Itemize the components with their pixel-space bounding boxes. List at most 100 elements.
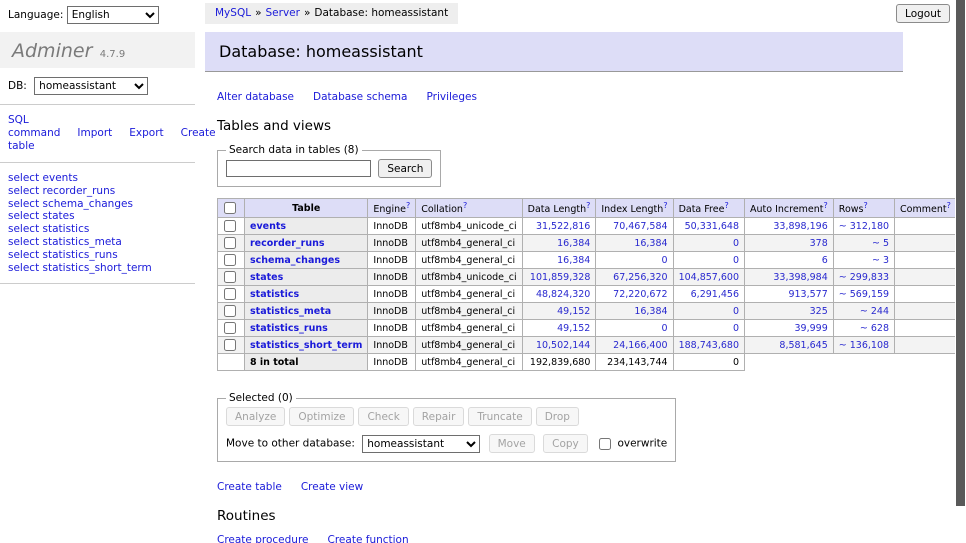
scrollbar-thumb[interactable] <box>956 0 965 506</box>
help-link[interactable]: ? <box>724 201 728 210</box>
column-header-auto-increment: Auto Increment? <box>745 199 834 218</box>
row-checkbox[interactable] <box>224 339 236 351</box>
row-checkbox[interactable] <box>224 254 236 266</box>
table-name-link[interactable]: statistics_meta <box>250 306 331 317</box>
move-button[interactable]: Move <box>489 434 535 453</box>
sidebar-link-export[interactable]: Export <box>129 127 163 139</box>
cell-data-free: 0 <box>673 320 744 337</box>
cell-data-free: 188,743,680 <box>673 337 744 354</box>
total-data-free-cell: 0 <box>673 354 744 371</box>
cell-rows[interactable]: ~ 628 <box>833 320 894 337</box>
sidebar: Adminer 4.7.9 DB: homeassistant SQL comm… <box>0 24 195 284</box>
cell-rows[interactable]: ~ 5 <box>833 235 894 252</box>
search-button[interactable]: Search <box>378 159 432 178</box>
copy-button[interactable]: Copy <box>543 434 588 453</box>
cell-collation: utf8mb4_general_ci <box>416 320 522 337</box>
cell-rows[interactable]: ~ 3 <box>833 252 894 269</box>
help-link[interactable]: ? <box>947 201 951 210</box>
table-name-link[interactable]: statistics_short_term <box>250 340 362 351</box>
search-input[interactable] <box>226 160 371 177</box>
cell-data-length: 31,522,816 <box>522 218 596 235</box>
row-checkbox[interactable] <box>224 288 236 300</box>
row-checkbox[interactable] <box>224 322 236 334</box>
sidebar-select-link[interactable]: select statistics_runs <box>8 249 187 262</box>
table-name-cell: statistics_runs <box>245 320 368 337</box>
adminer-logo[interactable]: Adminer <box>12 40 92 62</box>
row-checkbox[interactable] <box>224 305 236 317</box>
cell-comment <box>895 320 957 337</box>
check-button[interactable]: Check <box>358 407 408 426</box>
database-schema-link[interactable]: Database schema <box>313 91 407 103</box>
table-name-link[interactable]: recorder_runs <box>250 238 325 249</box>
cell-data-length: 49,152 <box>522 320 596 337</box>
privileges-link[interactable]: Privileges <box>426 91 477 103</box>
column-header-table: Table <box>245 199 368 218</box>
cell-collation: utf8mb4_general_ci <box>416 337 522 354</box>
cell-rows[interactable]: ~ 244 <box>833 303 894 320</box>
row-checkbox-cell <box>218 252 245 269</box>
cell-data-free: 0 <box>673 235 744 252</box>
row-checkbox[interactable] <box>224 237 236 249</box>
table-name-cell: recorder_runs <box>245 235 368 252</box>
truncate-button[interactable]: Truncate <box>468 407 531 426</box>
sidebar-select-link[interactable]: select statistics_meta <box>8 236 187 249</box>
cell-engine: InnoDB <box>368 303 416 320</box>
table-name-link[interactable]: events <box>250 221 286 232</box>
sidebar-link-sql-command[interactable]: SQL command <box>8 114 60 139</box>
column-header-index-length: Index Length? <box>596 199 673 218</box>
sidebar-select-link[interactable]: select recorder_runs <box>8 185 187 198</box>
breadcrumb-separator: » <box>255 7 261 19</box>
help-link[interactable]: ? <box>863 201 867 210</box>
row-checkbox[interactable] <box>224 220 236 232</box>
breadcrumb-link-mysql[interactable]: MySQL <box>215 7 251 19</box>
row-checkbox[interactable] <box>224 271 236 283</box>
help-link[interactable]: ? <box>406 201 410 210</box>
sidebar-link-import[interactable]: Import <box>77 127 112 139</box>
adminer-version: 4.7.9 <box>100 49 125 60</box>
optimize-button[interactable]: Optimize <box>289 407 354 426</box>
help-link[interactable]: ? <box>824 201 828 210</box>
create-links-row: Create table Create view <box>217 481 903 493</box>
cell-auto-increment: 39,999 <box>745 320 834 337</box>
table-name-link[interactable]: statistics_runs <box>250 323 328 334</box>
cell-rows[interactable]: ~ 299,833 <box>833 269 894 286</box>
create-function-link[interactable]: Create function <box>328 534 409 543</box>
cell-rows[interactable]: ~ 312,180 <box>833 218 894 235</box>
analyze-button[interactable]: Analyze <box>226 407 285 426</box>
language-select[interactable]: English <box>67 6 159 24</box>
create-view-link[interactable]: Create view <box>301 481 363 493</box>
table-name-link[interactable]: schema_changes <box>250 255 340 266</box>
table-name-link[interactable]: statistics <box>250 289 299 300</box>
cell-rows[interactable]: ~ 569,159 <box>833 286 894 303</box>
cell-data-free: 0 <box>673 252 744 269</box>
overwrite-label: overwrite <box>617 438 667 450</box>
sidebar-select-link[interactable]: select states <box>8 210 187 223</box>
repair-button[interactable]: Repair <box>413 407 465 426</box>
overwrite-checkbox[interactable] <box>599 438 611 450</box>
move-db-select[interactable]: homeassistant <box>362 435 480 453</box>
table-name-link[interactable]: states <box>250 272 283 283</box>
cell-auto-increment: 913,577 <box>745 286 834 303</box>
alter-database-link[interactable]: Alter database <box>217 91 294 103</box>
scrollbar-track[interactable] <box>955 0 966 543</box>
drop-button[interactable]: Drop <box>536 407 579 426</box>
sidebar-select-link[interactable]: select events <box>8 172 187 185</box>
sidebar-select-link[interactable]: select statistics_short_term <box>8 262 187 275</box>
db-select[interactable]: homeassistant <box>34 77 148 95</box>
sidebar-table-links: select events select recorder_runs selec… <box>0 163 195 284</box>
create-table-link[interactable]: Create table <box>217 481 282 493</box>
help-link[interactable]: ? <box>663 201 667 210</box>
breadcrumb-link-server[interactable]: Server <box>266 7 300 19</box>
sidebar-select-link[interactable]: select schema_changes <box>8 198 187 211</box>
table-name-cell: statistics <box>245 286 368 303</box>
logout-button[interactable]: Logout <box>896 4 950 23</box>
move-row: Move to other database: homeassistant Mo… <box>226 434 667 453</box>
sidebar-select-link[interactable]: select statistics <box>8 223 187 236</box>
select-all-checkbox[interactable] <box>224 202 236 214</box>
cell-auto-increment: 6 <box>745 252 834 269</box>
help-link[interactable]: ? <box>586 201 590 210</box>
help-link[interactable]: ? <box>463 201 467 210</box>
create-procedure-link[interactable]: Create procedure <box>217 534 309 543</box>
column-header-rows: Rows? <box>833 199 894 218</box>
cell-rows[interactable]: ~ 136,108 <box>833 337 894 354</box>
